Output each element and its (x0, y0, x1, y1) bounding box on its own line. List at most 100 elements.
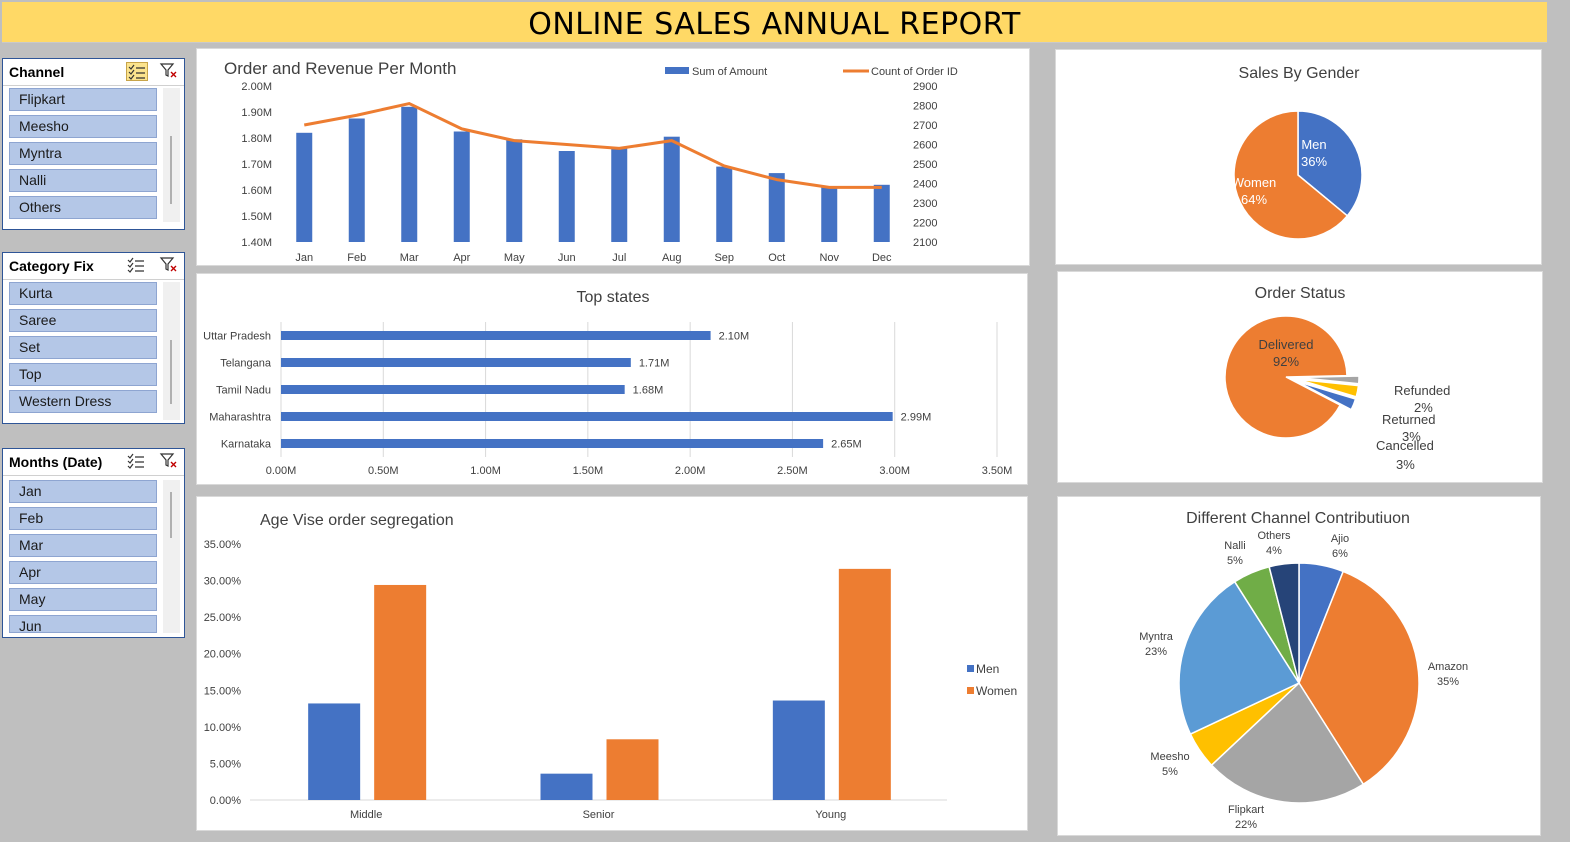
slice-label: Myntra (1139, 631, 1174, 643)
bar (873, 184, 890, 242)
slicer-header: Category Fix (3, 253, 184, 280)
bar (558, 151, 575, 242)
chart-channel-contribution: Different Channel Contributiuon Ajio 6% Am… (1139, 510, 1468, 831)
y2-tick-label: 2800 (913, 101, 937, 113)
y-tick-label: 1.40M (241, 237, 272, 249)
slicer-item[interactable]: Saree (9, 309, 157, 332)
slicer-scrollbar[interactable] (163, 480, 180, 633)
clear-filter-icon[interactable] (159, 62, 179, 81)
y2-tick-label: 2600 (913, 140, 937, 152)
bar-women (838, 568, 891, 800)
panel-age-segregation: Age Vise order segregation Men Women 0.0… (196, 496, 1028, 831)
bar (821, 187, 838, 242)
y2-tick-label: 2500 (913, 159, 937, 171)
slicer-item[interactable]: Top (9, 363, 157, 386)
slicer-item[interactable]: Set (9, 336, 157, 359)
slice-label: Women (1232, 175, 1277, 190)
multi-select-icon[interactable] (126, 452, 148, 471)
report-banner: ONLINE SALES ANNUAL REPORT (2, 2, 1547, 43)
slicer-item[interactable]: Others (9, 196, 157, 219)
bar (281, 412, 893, 421)
x-tick-label: 3.50M (982, 465, 1013, 477)
y-tick-label: 30.00% (204, 576, 242, 588)
data-label: 1.68M (633, 385, 664, 397)
x-tick-label: Young (815, 809, 846, 821)
x-tick-label: Sep (714, 252, 734, 264)
x-tick-label: Middle (350, 809, 382, 821)
slicer-item[interactable]: Apr (9, 561, 157, 584)
slicer-item[interactable]: Kurta (9, 282, 157, 305)
x-tick-label: May (504, 252, 525, 264)
bar (506, 139, 523, 242)
bar (401, 106, 418, 242)
slicer-item[interactable]: Meesho (9, 115, 157, 138)
chart-title: Sales By Gender (1239, 65, 1361, 82)
y-tick-label: 1.50M (241, 211, 272, 223)
slice-pct: 6% (1332, 548, 1348, 560)
panel-order-status: Order Status Delivered 92% Refunded 2% Retur… (1057, 271, 1543, 483)
y2-tick-label: 2100 (913, 237, 937, 249)
bar (281, 358, 631, 367)
multi-select-icon[interactable] (126, 62, 148, 81)
x-tick-label: Senior (583, 809, 615, 821)
slicer-item[interactable]: Myntra (9, 142, 157, 165)
x-tick-label: Mar (400, 252, 419, 264)
x-tick-label: Nov (819, 252, 839, 264)
y-tick-label: 5.00% (210, 758, 241, 770)
chart-title: Order Status (1255, 285, 1346, 302)
slicer-scrollbar[interactable] (163, 88, 180, 222)
slicer-category-fix[interactable]: Category Fix Kurta Saree Set Top Western… (2, 252, 185, 424)
y-tick-label: 10.00% (204, 722, 242, 734)
slice-label: Returned (1382, 412, 1435, 427)
x-tick-label: 1.00M (470, 465, 501, 477)
slice-pct: 92% (1273, 354, 1299, 369)
x-tick-label: Apr (453, 252, 470, 264)
y-tick-label: Tamil Nadu (216, 385, 271, 397)
bar (281, 385, 625, 394)
slicer-months[interactable]: Months (Date) Jan Feb Mar Apr May Jun (2, 448, 185, 638)
slicer-scrollbar[interactable] (163, 282, 180, 420)
clear-filter-icon[interactable] (159, 256, 179, 275)
slice-pct: 22% (1235, 819, 1257, 831)
clear-filter-icon[interactable] (159, 452, 179, 471)
panel-channel-contribution: Different Channel Contributiuon Ajio 6% Am… (1057, 496, 1541, 836)
chart-title: Order and Revenue Per Month (224, 59, 456, 78)
chart-sales-by-gender: Sales By Gender Men 36% Women 64% (1232, 65, 1363, 240)
bar-men (772, 700, 825, 800)
chart-title: Age Vise order segregation (260, 512, 454, 529)
data-label: 2.10M (719, 331, 750, 343)
bar (281, 331, 711, 340)
data-label: 2.99M (901, 412, 932, 424)
data-label: 1.71M (639, 358, 670, 370)
bar (453, 131, 470, 242)
slicer-item[interactable]: May (9, 588, 157, 611)
slicer-item[interactable]: Jan (9, 480, 157, 503)
slicer-item[interactable]: Jun (9, 615, 157, 633)
panel-top-states: Top states 0.00M 0.50M 1.00M 1.50M 2.00M 2.50… (196, 273, 1028, 485)
slice-pct: 4% (1266, 545, 1282, 557)
bar (768, 173, 785, 242)
legend-swatch-amount (665, 67, 689, 74)
slice-pct: 36% (1301, 154, 1327, 169)
slicer-item[interactable]: Feb (9, 507, 157, 530)
x-tick-label: Feb (347, 252, 366, 264)
chart-top-states: Top states 0.00M 0.50M 1.00M 1.50M 2.00M 2.50… (203, 289, 1013, 477)
slicer-item[interactable]: Nalli (9, 169, 157, 192)
legend-label-men: Men (976, 662, 999, 676)
slicer-item[interactable]: Western Dress (9, 390, 157, 413)
slicer-channel[interactable]: Channel Flipkart Meesho Myntra Nalli Oth… (2, 58, 185, 230)
slice-pct: 35% (1437, 676, 1459, 688)
slicer-title: Category Fix (9, 258, 94, 274)
bar (663, 136, 680, 242)
panel-sales-by-gender: Sales By Gender Men 36% Women 64% (1055, 49, 1542, 265)
bar-women (374, 584, 427, 800)
y-tick-label: Uttar Pradesh (203, 331, 271, 343)
panel-order-revenue: Order and Revenue Per Month Sum of Amoun… (196, 48, 1030, 266)
x-tick-label: Jul (612, 252, 626, 264)
slicer-item[interactable]: Flipkart (9, 88, 157, 111)
multi-select-icon[interactable] (126, 256, 148, 275)
x-tick-label: 0.00M (266, 465, 297, 477)
slice-label: Delivered (1259, 337, 1314, 352)
slicer-item[interactable]: Mar (9, 534, 157, 557)
slice-label: Men (1301, 137, 1326, 152)
